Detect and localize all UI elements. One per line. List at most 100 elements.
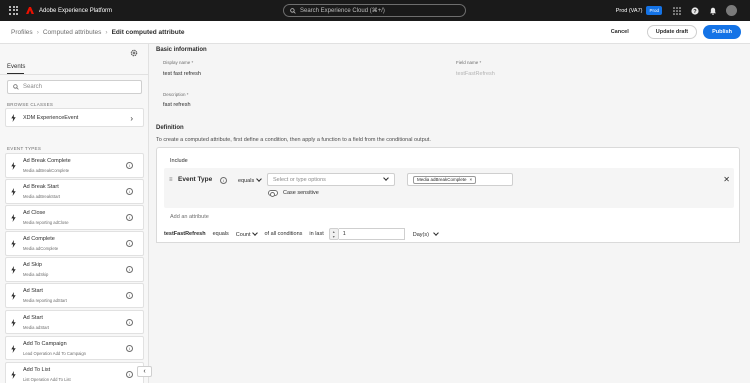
class-card-label: XDM ExperienceEvent — [23, 114, 79, 121]
list-item[interactable]: Ad Start Media reporting adStart i — [5, 283, 144, 309]
add-attribute-drop-zone[interactable]: Add an attribute — [170, 214, 209, 220]
search-icon — [290, 7, 296, 14]
info-icon[interactable]: i — [126, 188, 133, 196]
notifications-bell-icon[interactable] — [708, 6, 717, 15]
event-name: Ad Start — [23, 288, 43, 295]
info-icon[interactable]: i — [126, 240, 133, 248]
gear-icon[interactable] — [130, 49, 138, 57]
event-type-options-input[interactable]: Select or type options — [267, 173, 395, 186]
cancel-button[interactable]: Cancel — [611, 29, 629, 35]
page-header: Profiles › Computed attributes › Edit co… — [0, 21, 750, 44]
menu-grid-icon[interactable] — [9, 5, 19, 16]
class-card-xdm-experienceevent[interactable]: XDM ExperienceEvent › — [5, 108, 144, 127]
event-name: Ad Close — [23, 210, 46, 217]
event-types-list: Ad Break Complete Media adBreakComplete … — [5, 153, 144, 383]
value-tag-label: Media adBreakComplete — [417, 177, 467, 182]
display-name-field[interactable]: test fast refresh — [163, 71, 201, 77]
list-item[interactable]: Ad Close Media reporting adClose i — [5, 205, 144, 230]
list-item[interactable]: Add To List List Operation Add To List i — [5, 361, 144, 383]
event-subtitle: List Operation Add To List — [23, 376, 71, 382]
chevron-left-icon: ‹ — [143, 368, 146, 375]
case-sensitive-label: Case sensitive — [283, 190, 319, 196]
list-item[interactable]: Add To Campaign Lead Operation Add To Ca… — [5, 335, 144, 361]
info-icon[interactable]: i — [220, 177, 227, 184]
description-field[interactable]: fast refresh — [163, 102, 191, 108]
event-subtitle: Media adBreakComplete — [23, 168, 70, 173]
display-name-label: Display name * — [163, 60, 194, 65]
sandbox-badge[interactable]: Prod — [646, 6, 662, 15]
event-subtitle: Media reporting adClose — [23, 220, 69, 226]
app-brand[interactable]: Adobe Experience Platform — [39, 8, 112, 14]
event-name: Ad Break Start — [23, 184, 59, 191]
include-container: Include ≡ Event Type i equals Select or … — [156, 147, 740, 232]
duration-number-input[interactable]: 1 — [338, 228, 405, 240]
page-title: Edit computed attribute — [111, 28, 185, 36]
info-icon[interactable]: i — [126, 266, 133, 274]
info-icon[interactable]: i — [126, 292, 133, 300]
list-item[interactable]: Ad Start Media adStart i — [5, 309, 144, 335]
breadcrumb: Profiles › Computed attributes › Edit co… — [11, 29, 185, 36]
chevron-right-icon: › — [130, 114, 133, 123]
org-switcher[interactable]: Prod (VA7) — [616, 8, 643, 14]
list-item[interactable]: Ad Break Complete Media adBreakComplete … — [5, 153, 144, 178]
info-icon[interactable]: i — [126, 344, 133, 352]
adobe-logo-icon — [26, 7, 34, 14]
operator-select[interactable]: equals — [238, 176, 263, 184]
info-icon[interactable]: i — [126, 370, 133, 378]
info-icon[interactable]: i — [126, 318, 133, 326]
apps-grid-icon[interactable] — [672, 6, 681, 15]
function-row: testFastRefresh equals Count of all cond… — [156, 226, 740, 243]
breadcrumb-profiles[interactable]: Profiles — [11, 29, 33, 36]
drag-handle-icon[interactable]: ≡ — [169, 177, 173, 183]
event-types-heading: EVENT TYPES — [7, 146, 42, 151]
of-all-conditions-text: of all conditions — [264, 231, 303, 237]
field-name-field: testFastRefresh — [456, 71, 495, 77]
operator-value: equals — [238, 178, 255, 184]
duration-unit-select[interactable]: Day(s) — [413, 229, 439, 238]
lightning-bolt-icon — [11, 344, 16, 353]
definition-heading: Definition — [156, 125, 184, 131]
browse-classes-heading: BROWSE CLASSES — [7, 102, 54, 107]
event-subtitle: Media adComplete — [23, 246, 59, 252]
list-item[interactable]: Ad Complete Media adComplete i — [5, 231, 144, 256]
info-icon[interactable]: i — [126, 162, 133, 169]
function-equals-text: equals — [212, 231, 229, 237]
remove-tag-icon[interactable]: × — [470, 177, 473, 182]
event-name: Ad Skip — [23, 262, 42, 269]
event-name: Ad Start — [23, 314, 43, 321]
info-icon[interactable]: i — [126, 214, 133, 222]
lightning-bolt-icon — [11, 113, 16, 122]
search-icon — [13, 84, 19, 90]
event-subtitle: Media adBreakStart — [23, 194, 61, 200]
lightning-bolt-icon — [11, 292, 16, 301]
global-search-input[interactable]: Search Experience Cloud (⌘+/) — [283, 4, 466, 17]
sidebar-search-input[interactable]: Search — [7, 80, 142, 94]
tab-events[interactable]: Events — [7, 64, 25, 70]
divider — [0, 74, 148, 75]
number-stepper[interactable]: ▴ ▾ — [328, 228, 339, 240]
case-sensitive-toggle[interactable] — [268, 190, 278, 197]
top-bar: Adobe Experience Platform Search Experie… — [0, 0, 750, 21]
selected-values-field[interactable]: Media adBreakComplete × — [407, 173, 513, 186]
avatar[interactable] — [726, 5, 737, 16]
value-tag[interactable]: Media adBreakComplete × — [413, 176, 477, 184]
close-icon[interactable]: ✕ — [723, 175, 730, 184]
lightning-bolt-icon — [11, 240, 16, 249]
update-draft-button[interactable]: Update draft — [646, 25, 698, 39]
list-item[interactable]: Ad Skip Media adSkip i — [5, 257, 144, 282]
publish-button[interactable]: Publish — [703, 25, 741, 39]
main-content: Basic information Display name * test fa… — [150, 44, 750, 383]
breadcrumb-computed-attributes[interactable]: Computed attributes — [43, 29, 102, 36]
chevron-down-icon — [432, 229, 439, 236]
chevron-down-icon — [256, 176, 263, 182]
function-value: Count — [235, 231, 251, 238]
basic-information-heading: Basic information — [156, 47, 207, 53]
list-item[interactable]: Ad Break Start Media adBreakStart i — [5, 179, 144, 204]
description-label: Description * — [163, 92, 189, 97]
in-last-text: in last — [309, 231, 324, 237]
sidebar: Events Search BROWSE CLASSES XDM Experie… — [0, 44, 149, 383]
help-icon[interactable]: ? — [690, 6, 699, 15]
lightning-bolt-icon — [11, 214, 16, 223]
function-select[interactable]: Count — [235, 229, 259, 238]
breadcrumb-separator-icon: › — [36, 28, 39, 36]
